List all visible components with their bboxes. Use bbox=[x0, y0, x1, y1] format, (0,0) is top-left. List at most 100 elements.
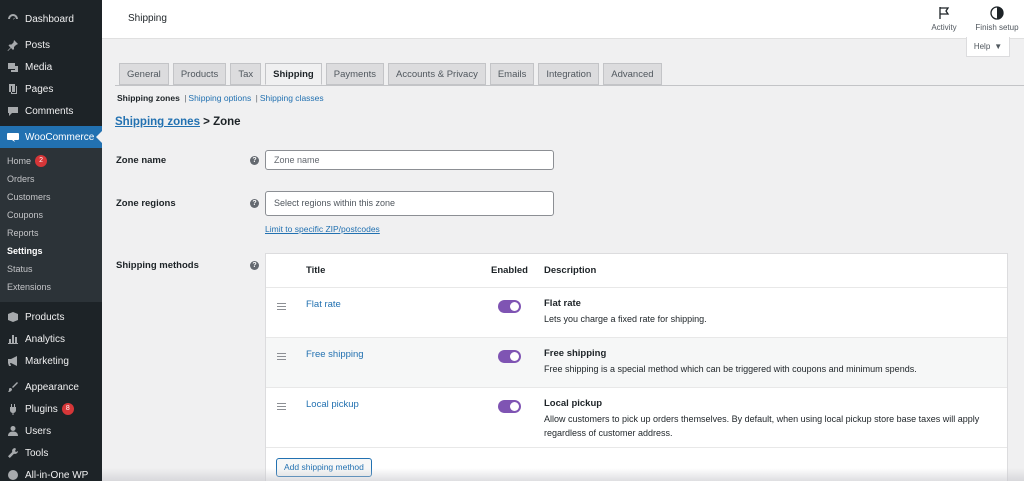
tab-tax[interactable]: Tax bbox=[230, 63, 262, 85]
top-header: Shipping Activity Finish setup bbox=[102, 0, 1024, 39]
submenu-item-coupons[interactable]: Coupons bbox=[0, 206, 102, 224]
tabs-divider bbox=[115, 85, 1024, 86]
sidebar-item-products[interactable]: Products bbox=[0, 306, 102, 328]
sidebar-item-tools[interactable]: Tools bbox=[0, 442, 102, 464]
method-enabled-toggle[interactable] bbox=[498, 350, 521, 363]
tab-accounts-privacy[interactable]: Accounts & Privacy bbox=[388, 63, 486, 85]
sidebar-item-label: Analytics bbox=[25, 333, 66, 345]
submenu-item-label: Status bbox=[7, 264, 33, 274]
migration-icon bbox=[7, 469, 19, 481]
zone-name-input[interactable] bbox=[265, 150, 554, 170]
subnav-shipping-classes[interactable]: Shipping classes bbox=[260, 93, 324, 103]
method-enabled-toggle[interactable] bbox=[498, 300, 521, 313]
zone-regions-label: Zone regions bbox=[116, 198, 176, 209]
sidebar-item-appearance[interactable]: Appearance bbox=[0, 376, 102, 398]
submenu-item-label: Coupons bbox=[7, 210, 44, 220]
sidebar-item-label: Pages bbox=[25, 83, 54, 95]
breadcrumb-shipping-zones-link[interactable]: Shipping zones bbox=[115, 116, 200, 128]
notification-badge: 8 bbox=[61, 403, 74, 415]
tab-general[interactable]: General bbox=[119, 63, 169, 85]
sidebar-item-users[interactable]: Users bbox=[0, 420, 102, 442]
table-row: Flat rate Flat rate Lets you charge a fi… bbox=[266, 288, 1007, 338]
help-tip-icon[interactable]: ? bbox=[250, 261, 259, 270]
submenu-item-orders[interactable]: Orders bbox=[0, 170, 102, 188]
help-button[interactable]: Help ▼ bbox=[966, 37, 1010, 57]
sidebar-item-all-in-one-wp[interactable]: All-in-One WP bbox=[0, 464, 102, 481]
zone-regions-select[interactable]: Select regions within this zone bbox=[265, 191, 554, 216]
sidebar-item-plugins[interactable]: Plugins 8 bbox=[0, 398, 102, 420]
dashboard-icon bbox=[7, 13, 19, 25]
limit-zip-postcodes-link[interactable]: Limit to specific ZIP/postcodes bbox=[265, 224, 380, 234]
shipping-methods-label: Shipping methods bbox=[116, 260, 199, 271]
finish-setup-button[interactable]: Finish setup bbox=[972, 6, 1022, 32]
tab-shipping[interactable]: Shipping bbox=[265, 63, 322, 85]
brush-icon bbox=[7, 381, 19, 393]
tab-payments[interactable]: Payments bbox=[325, 63, 384, 85]
page-title: Shipping bbox=[128, 13, 167, 24]
sidebar-item-pages[interactable]: Pages bbox=[0, 78, 102, 100]
sidebar-item-dashboard[interactable]: Dashboard bbox=[0, 8, 102, 30]
drag-handle-icon[interactable] bbox=[277, 353, 286, 360]
method-enabled-toggle[interactable] bbox=[498, 400, 521, 413]
help-tip-icon[interactable]: ? bbox=[250, 156, 259, 165]
submenu-item-settings[interactable]: Settings bbox=[0, 242, 102, 260]
column-header-description: Description bbox=[544, 265, 597, 276]
admin-sidebar: Dashboard Posts Media Pages Comments Woo… bbox=[0, 0, 102, 481]
tab-emails[interactable]: Emails bbox=[489, 63, 535, 85]
bar-chart-icon bbox=[7, 333, 19, 345]
submenu-item-reports[interactable]: Reports bbox=[0, 224, 102, 242]
sidebar-item-label: Plugins bbox=[25, 403, 58, 415]
media-icon bbox=[7, 61, 19, 73]
drag-handle-icon[interactable] bbox=[277, 403, 286, 410]
column-header-enabled: Enabled bbox=[491, 265, 528, 276]
subnav-shipping-options[interactable]: Shipping options bbox=[188, 93, 251, 103]
method-description-title: Flat rate bbox=[544, 298, 581, 309]
sidebar-item-analytics[interactable]: Analytics bbox=[0, 328, 102, 350]
sidebar-item-label: Comments bbox=[25, 105, 74, 117]
sidebar-item-media[interactable]: Media bbox=[0, 56, 102, 78]
method-title-link[interactable]: Flat rate bbox=[306, 299, 341, 310]
sidebar-item-label: WooCommerce bbox=[25, 131, 95, 143]
pages-icon bbox=[7, 83, 19, 95]
add-shipping-method-button[interactable]: Add shipping method bbox=[276, 458, 372, 477]
flag-icon bbox=[939, 7, 950, 19]
sidebar-item-label: Products bbox=[25, 311, 65, 323]
submenu-item-label: Extensions bbox=[7, 282, 52, 292]
sidebar-item-label: Marketing bbox=[25, 355, 69, 367]
submenu-item-status[interactable]: Status bbox=[0, 260, 102, 278]
comment-icon bbox=[7, 105, 19, 117]
half-circle-icon bbox=[990, 6, 1004, 20]
method-title-link[interactable]: Local pickup bbox=[306, 399, 359, 410]
tab-advanced[interactable]: Advanced bbox=[603, 63, 662, 85]
sidebar-item-label: All-in-One WP bbox=[25, 469, 89, 481]
method-description-title: Free shipping bbox=[544, 348, 607, 359]
submenu-item-home[interactable]: Home 2 bbox=[0, 152, 102, 170]
sidebar-item-label: Posts bbox=[25, 39, 51, 51]
sidebar-item-posts[interactable]: Posts bbox=[0, 34, 102, 56]
subnav-separator: | bbox=[255, 93, 258, 103]
finish-setup-label: Finish setup bbox=[975, 23, 1019, 32]
activity-label: Activity bbox=[931, 23, 957, 32]
zone-name-label: Zone name bbox=[116, 155, 167, 166]
method-title-link[interactable]: Free shipping bbox=[306, 349, 364, 360]
sidebar-item-marketing[interactable]: Marketing bbox=[0, 350, 102, 372]
method-description: Flat rate Lets you charge a fixed rate f… bbox=[544, 297, 1004, 326]
settings-tabs: General Products Tax Shipping Payments A… bbox=[119, 63, 662, 85]
plug-icon bbox=[7, 403, 19, 415]
help-tip-icon[interactable]: ? bbox=[250, 199, 259, 208]
tab-integration[interactable]: Integration bbox=[538, 63, 600, 85]
wrench-icon bbox=[7, 447, 19, 459]
activity-button[interactable]: Activity bbox=[919, 6, 969, 32]
tab-products[interactable]: Products bbox=[172, 63, 227, 85]
subnav-shipping-zones[interactable]: Shipping zones bbox=[117, 93, 180, 103]
sidebar-item-comments[interactable]: Comments bbox=[0, 100, 102, 122]
breadcrumb: Shipping zones > Zone bbox=[115, 116, 241, 128]
drag-handle-icon[interactable] bbox=[277, 303, 286, 310]
submenu-item-label: Home bbox=[7, 156, 32, 166]
current-menu-arrow bbox=[96, 131, 102, 143]
submenu-item-extensions[interactable]: Extensions bbox=[0, 278, 102, 296]
submenu-item-customers[interactable]: Customers bbox=[0, 188, 102, 206]
column-header-title: Title bbox=[306, 265, 326, 276]
sidebar-item-woocommerce[interactable]: WooCommerce bbox=[0, 126, 102, 148]
sidebar-item-label: Appearance bbox=[25, 381, 79, 393]
